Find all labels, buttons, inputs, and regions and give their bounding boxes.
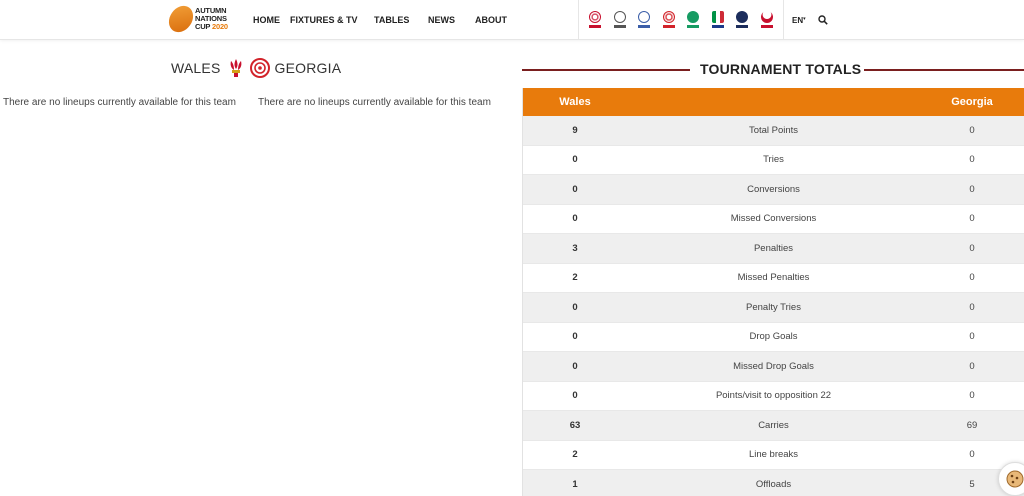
home-value: 0 <box>572 183 578 195</box>
heading-rule-left <box>522 69 690 71</box>
stat-label: Carries <box>758 419 789 431</box>
away-value: 0 <box>969 183 975 195</box>
home-value: 9 <box>572 124 578 136</box>
totals-table-header: Wales Georgia <box>523 88 1024 116</box>
away-team-name: GEORGIA <box>274 60 342 76</box>
nav-about[interactable]: ABOUT <box>475 15 507 25</box>
scotland-rugby-icon[interactable] <box>735 11 749 29</box>
ireland-shamrock-icon[interactable] <box>686 11 700 29</box>
wales-feathers-icon <box>230 59 241 77</box>
stat-label: Missed Drop Goals <box>733 360 814 372</box>
logo-year: 2020 <box>212 22 228 31</box>
home-team-name: WALES <box>171 60 221 76</box>
home-value: 1 <box>572 478 578 490</box>
stat-label: Total Points <box>748 124 799 136</box>
home-value: 0 <box>572 360 578 372</box>
scotland-thistle-icon[interactable] <box>613 11 627 29</box>
home-value: 0 <box>572 213 578 225</box>
cookie-settings-button[interactable] <box>998 462 1024 496</box>
away-value: 0 <box>969 449 975 461</box>
away-value: 69 <box>966 419 978 431</box>
table-row: 0 Tries 0 <box>523 146 1024 175</box>
nav-tables[interactable]: TABLES <box>374 15 409 25</box>
tournament-totals-heading: TOURNAMENT TOTALS <box>522 61 1024 79</box>
language-selector[interactable]: EN▾ <box>792 16 806 25</box>
autumn-nations-cup-logo[interactable]: AUTUMN NATIONS CUP 2020 <box>163 1 234 37</box>
table-row: 2 Line breaks 0 <box>523 441 1024 470</box>
table-row: 1 Offloads 5 <box>523 470 1024 496</box>
away-value: 0 <box>969 390 975 402</box>
home-value: 2 <box>572 449 578 461</box>
away-lineup-message: There are no lineups currently available… <box>258 97 491 108</box>
stat-label: Missed Penalties <box>737 272 810 284</box>
georgia-crest-icon[interactable] <box>662 11 676 29</box>
wales-feathers-icon[interactable] <box>760 11 774 29</box>
away-value: 0 <box>969 360 975 372</box>
away-value: 0 <box>969 301 975 313</box>
stat-label: Penalties <box>753 242 794 254</box>
logo-line-3: CUP 2020 <box>195 22 228 31</box>
stat-label: Offloads <box>755 478 792 490</box>
tournament-totals-table: Wales Georgia 9 Total Points 0 0 Tries 0 0 Co… <box>522 88 1024 496</box>
nav-home[interactable]: HOME <box>253 15 280 25</box>
table-row: 0 Missed Drop Goals 0 <box>523 352 1024 382</box>
home-value: 0 <box>572 331 578 343</box>
home-value: 0 <box>572 390 578 402</box>
away-value: 0 <box>969 242 975 254</box>
stat-label: Tries <box>763 154 784 166</box>
table-row: 9 Total Points 0 <box>523 116 1024 146</box>
home-value: 0 <box>572 154 578 166</box>
away-value: 0 <box>969 154 975 166</box>
table-row: 63 Carries 69 <box>523 411 1024 441</box>
italy-crest-icon[interactable] <box>711 11 725 29</box>
nav-news[interactable]: NEWS <box>428 15 455 25</box>
stat-label: Drop Goals <box>749 331 798 343</box>
stat-label: Line breaks <box>748 449 799 461</box>
tournament-totals-title: TOURNAMENT TOTALS <box>700 61 862 77</box>
fiji-crest-icon[interactable] <box>637 11 651 29</box>
search-icon[interactable] <box>818 15 828 25</box>
away-value: 0 <box>969 124 975 136</box>
away-value: 0 <box>969 331 975 343</box>
table-row: 2 Missed Penalties 0 <box>523 264 1024 293</box>
team-crests-bar <box>578 0 784 40</box>
top-navigation-bar: AUTUMN NATIONS CUP 2020 HOME FIXTURES & … <box>0 0 1024 40</box>
georgia-crest-icon <box>249 58 270 78</box>
home-value: 2 <box>572 272 578 284</box>
totals-rows: 9 Total Points 0 0 Tries 0 0 Conversions 0 0 Mi… <box>523 116 1024 496</box>
england-crest-icon[interactable] <box>588 11 602 29</box>
away-team-column-header: Georgia <box>951 96 993 108</box>
stat-label: Conversions <box>747 183 800 195</box>
away-value: 0 <box>969 272 975 284</box>
home-lineup-message: There are no lineups currently available… <box>3 97 236 108</box>
table-row: 3 Penalties 0 <box>523 234 1024 264</box>
table-row: 0 Missed Conversions 0 <box>523 205 1024 234</box>
home-value: 63 <box>569 419 581 431</box>
nav-fixtures-tv[interactable]: FIXTURES & TV <box>290 15 358 25</box>
heading-rule-right <box>864 69 1024 71</box>
table-row: 0 Points/visit to opposition 22 0 <box>523 382 1024 411</box>
table-row: 0 Conversions 0 <box>523 175 1024 205</box>
home-value: 3 <box>572 242 578 254</box>
match-title: WALES GEORGIA <box>171 58 341 78</box>
table-row: 0 Drop Goals 0 <box>523 323 1024 352</box>
away-value: 0 <box>969 213 975 225</box>
table-row: 0 Penalty Tries 0 <box>523 293 1024 323</box>
stat-label: Points/visit to opposition 22 <box>715 390 832 402</box>
cookie-icon <box>1006 470 1024 488</box>
stat-label: Penalty Tries <box>746 301 801 313</box>
rugby-ball-icon <box>163 1 199 37</box>
stat-label: Missed Conversions <box>730 213 817 225</box>
home-team-column-header: Wales <box>559 96 591 108</box>
home-value: 0 <box>572 301 578 313</box>
